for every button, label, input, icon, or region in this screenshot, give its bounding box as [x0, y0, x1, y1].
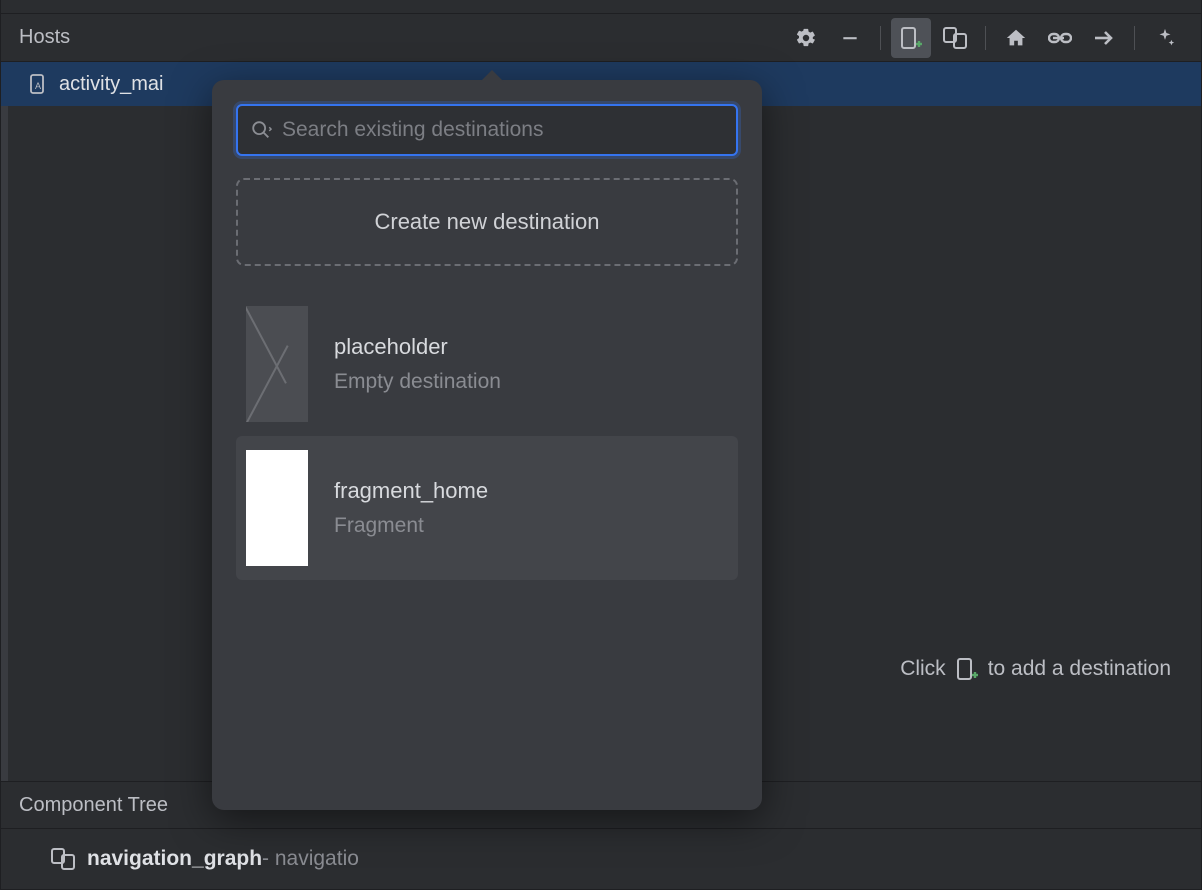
- destination-item-fragment-home[interactable]: fragment_home Fragment: [236, 436, 738, 580]
- hosts-header: Hosts: [1, 14, 1201, 62]
- destination-subtitle: Fragment: [334, 514, 488, 538]
- destination-title: placeholder: [334, 334, 501, 360]
- action-button[interactable]: [1084, 18, 1124, 58]
- minimize-button[interactable]: [830, 18, 870, 58]
- nested-graph-icon: [943, 27, 967, 49]
- add-destination-icon: [900, 26, 922, 50]
- svg-text:A: A: [35, 81, 41, 91]
- host-label: activity_mai: [59, 73, 163, 96]
- tree-item-name[interactable]: navigation_graph: [87, 847, 262, 871]
- search-field[interactable]: [236, 104, 738, 156]
- destination-thumbnail: [246, 450, 308, 566]
- gear-icon: [795, 27, 817, 49]
- link-icon: [1048, 27, 1072, 49]
- settings-button[interactable]: [786, 18, 826, 58]
- nested-graph-button[interactable]: [935, 18, 975, 58]
- component-tree: navigation_graph - navigatio: [1, 829, 1201, 889]
- layout-file-icon: A: [29, 73, 49, 95]
- nav-graph-icon: [51, 848, 75, 870]
- home-icon: [1005, 27, 1027, 49]
- add-destination-popup: Create new destination placeholder Empty…: [212, 80, 762, 810]
- toolbar-separator: [985, 26, 986, 50]
- destination-subtitle: Empty destination: [334, 370, 501, 394]
- tree-item-type: - navigatio: [262, 847, 359, 871]
- home-button[interactable]: [996, 18, 1036, 58]
- add-destination-icon: [956, 657, 978, 681]
- toolbar-separator: [1134, 26, 1135, 50]
- destination-title: fragment_home: [334, 478, 488, 504]
- add-destination-button[interactable]: [891, 18, 931, 58]
- ai-assist-button[interactable]: [1145, 18, 1185, 58]
- toolbar: [786, 18, 1193, 58]
- destination-list: placeholder Empty destination fragment_h…: [236, 292, 738, 580]
- minus-icon: [840, 28, 860, 48]
- link-button[interactable]: [1040, 18, 1080, 58]
- hint-text-after: to add a destination: [988, 657, 1171, 681]
- top-strip: [1, 0, 1201, 14]
- create-new-destination-label: Create new destination: [374, 209, 599, 235]
- toolbar-separator: [880, 26, 881, 50]
- empty-canvas-hint: Click to add a destination: [900, 657, 1171, 681]
- destination-item-placeholder[interactable]: placeholder Empty destination: [236, 292, 738, 436]
- search-icon: [250, 119, 272, 141]
- hosts-title: Hosts: [19, 26, 70, 49]
- sparkle-icon: [1154, 27, 1176, 49]
- create-new-destination-button[interactable]: Create new destination: [236, 178, 738, 266]
- destination-thumbnail: [246, 306, 308, 422]
- search-input[interactable]: [282, 118, 724, 142]
- arrow-right-icon: [1093, 29, 1115, 47]
- hint-text-before: Click: [900, 657, 946, 681]
